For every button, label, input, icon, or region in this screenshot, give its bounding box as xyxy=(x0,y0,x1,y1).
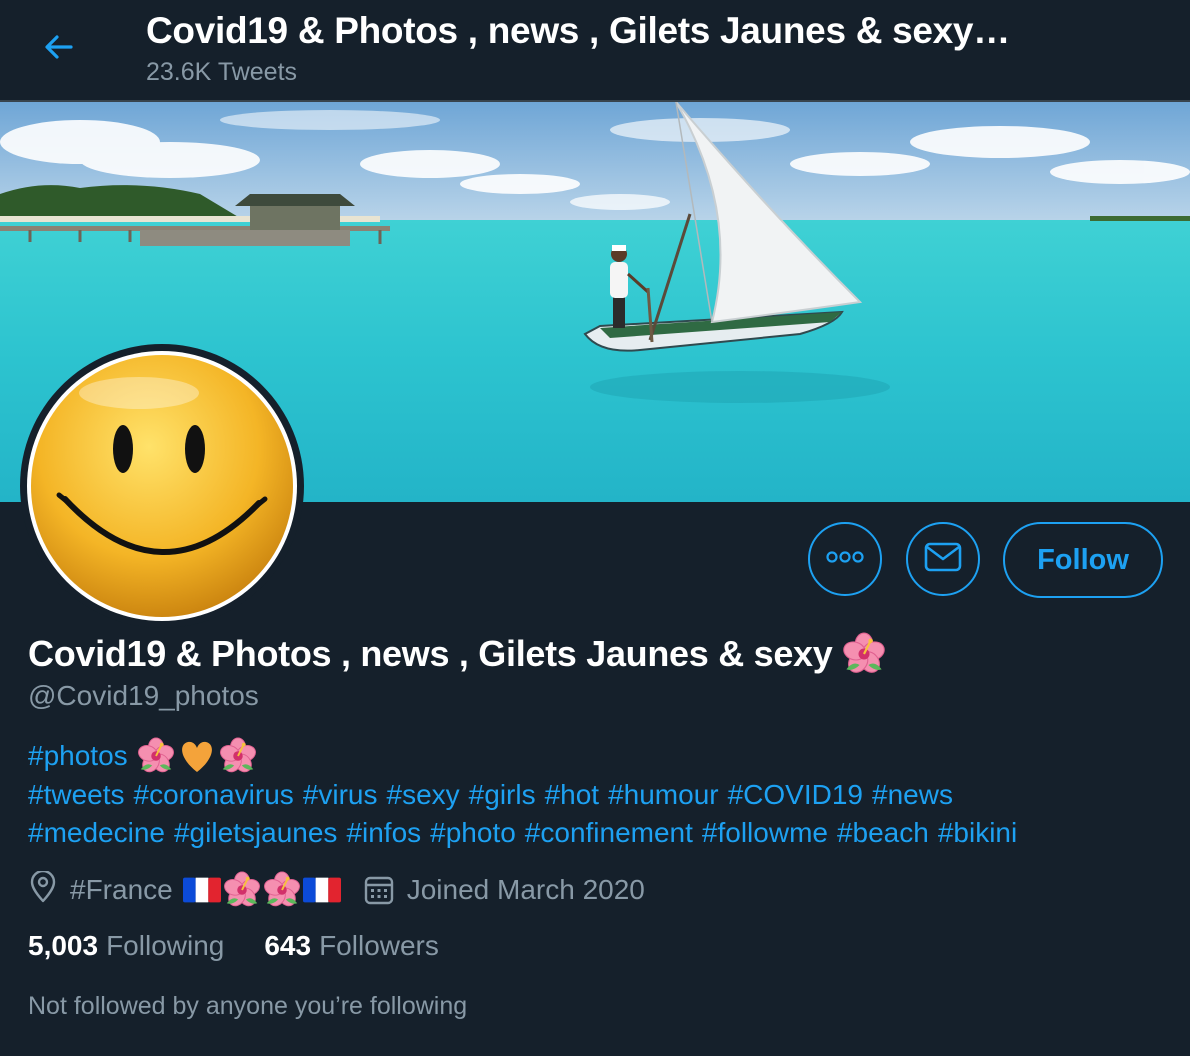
follow-button[interactable]: Follow xyxy=(1003,522,1163,598)
hashtag-link[interactable]: #confinement xyxy=(525,814,693,852)
hashtag-link[interactable]: #photos xyxy=(28,737,128,775)
bio: #photos #tweets #coronavirus #virus #sex… xyxy=(28,736,1168,852)
display-name: Covid19 & Photos , news , Gilets Jaunes … xyxy=(28,632,886,676)
hashtag-link[interactable]: #giletsjaunes xyxy=(174,814,337,852)
display-name-text: Covid19 & Photos , news , Gilets Jaunes … xyxy=(28,633,833,674)
hashtag-link[interactable]: #COVID19 xyxy=(728,776,863,814)
tweet-count: 23.6K Tweets xyxy=(146,58,298,86)
hashtag-link[interactable]: #infos xyxy=(346,814,421,852)
joined-date: Joined March 2020 xyxy=(406,874,645,905)
bio-line-3: #medecine #giletsjaunes #infos #photo #c… xyxy=(28,814,1168,852)
following-link[interactable]: 5,003 Following xyxy=(28,930,224,962)
hibiscus-emoji-icon xyxy=(137,737,175,775)
more-options-icon xyxy=(825,550,865,569)
hashtag-link[interactable]: #news xyxy=(872,776,953,814)
hashtag-link[interactable]: #followme xyxy=(702,814,828,852)
more-options-button[interactable] xyxy=(808,522,882,596)
orange-heart-emoji-icon xyxy=(177,736,217,776)
hashtag-link[interactable]: #humour xyxy=(608,776,719,814)
hashtag-link[interactable]: #beach xyxy=(837,814,929,852)
header-title: Covid19 & Photos , news , Gilets Jaunes … xyxy=(146,10,1010,51)
bio-line-2: #tweets #coronavirus #virus #sexy #girls… xyxy=(28,776,1168,814)
following-count: 5,003 xyxy=(28,930,99,961)
hashtag-link[interactable]: #coronavirus xyxy=(134,776,294,814)
hashtag-link[interactable]: #virus xyxy=(303,776,378,814)
hashtag-link[interactable]: #sexy xyxy=(387,776,460,814)
avatar[interactable] xyxy=(20,344,304,628)
bio-line-1: #photos xyxy=(28,736,1168,776)
hibiscus-emoji-icon xyxy=(842,632,886,676)
followers-count: 643 xyxy=(264,930,312,961)
message-button[interactable] xyxy=(906,522,980,596)
not-followed-notice: Not followed by anyone you’re following xyxy=(28,992,468,1020)
hashtag-link[interactable]: #girls xyxy=(469,776,536,814)
profile-meta: #France Joined March 2020 xyxy=(28,869,645,910)
envelope-icon xyxy=(924,542,962,577)
following-label: Following xyxy=(106,930,225,961)
france-flag-icon xyxy=(303,875,341,905)
top-header: Covid19 & Photos , news , Gilets Jaunes … xyxy=(0,0,1190,102)
france-flag-icon xyxy=(183,875,221,905)
hashtag-link[interactable]: #hot xyxy=(545,776,600,814)
hashtag-link[interactable]: #bikini xyxy=(938,814,1017,852)
hibiscus-emoji-icon xyxy=(223,871,261,909)
hibiscus-emoji-icon xyxy=(219,737,257,775)
followers-link[interactable]: 643 Followers xyxy=(264,930,439,962)
location-link[interactable]: #France xyxy=(70,874,173,906)
hashtag-link[interactable]: #medecine xyxy=(28,814,165,852)
follow-counts: 5,003 Following 643 Followers xyxy=(28,930,479,962)
calendar-icon xyxy=(363,874,395,906)
location-pin-icon xyxy=(28,869,58,910)
hibiscus-emoji-icon xyxy=(263,871,301,909)
hashtag-link[interactable]: #tweets xyxy=(28,776,125,814)
back-arrow-icon xyxy=(41,29,77,70)
profile-handle: @Covid19_photos xyxy=(28,680,259,711)
back-button[interactable] xyxy=(30,20,88,78)
followers-label: Followers xyxy=(319,930,439,961)
hashtag-link[interactable]: #photo xyxy=(430,814,516,852)
smiley-face-avatar xyxy=(27,351,297,621)
